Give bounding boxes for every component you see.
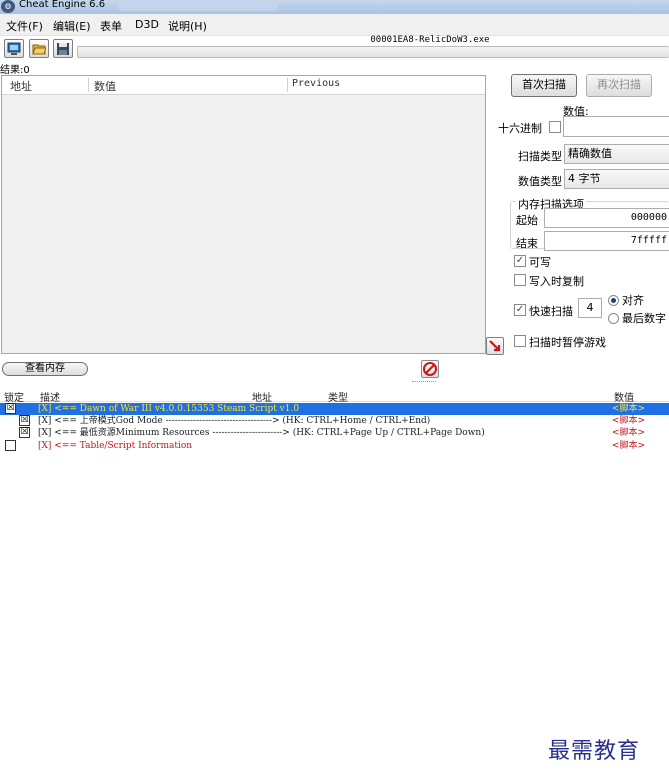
menu-bar: 文件(F) 编辑(E) 表单 D3D 说明(H): [0, 14, 669, 36]
start-address-input[interactable]: 000000: [544, 208, 669, 228]
cheat-engine-app-icon: ⚙: [1, 0, 15, 13]
table-row[interactable]: ☒ [X] <== 上帝模式God Mode -----------------…: [0, 415, 669, 427]
row-description: [X] <== Dawn of War III v4.0.0.15353 Ste…: [38, 404, 300, 414]
active-checkbox[interactable]: [5, 440, 16, 451]
floppy-disk-icon: [57, 43, 69, 55]
table-row[interactable]: ☒ [X] <== 最低资源Minimum Resources --------…: [0, 427, 669, 439]
process-name: 00001EA8-RelicDoW3.exe: [370, 35, 490, 45]
row-description: [X] <== 上帝模式God Mode -------------------…: [38, 416, 431, 426]
pause-game-label: 扫描时暂停游戏: [529, 336, 606, 349]
row-value: <脚本>: [611, 416, 645, 426]
menu-help[interactable]: 说明(H): [168, 18, 207, 34]
align-label: 对齐: [622, 294, 644, 307]
save-table-button[interactable]: [53, 39, 73, 58]
column-type[interactable]: 类型: [328, 389, 348, 404]
row-description: [X] <== Table/Script Information: [38, 441, 193, 451]
row-value: <脚本>: [611, 441, 645, 451]
cheat-table-header: 锁定 描述 地址 类型 数值: [0, 389, 669, 404]
column-value[interactable]: 数值: [614, 389, 634, 404]
pause-game-checkbox[interactable]: [514, 335, 526, 347]
memory-view-button[interactable]: 查看内存: [2, 362, 88, 376]
hex-label: 十六进制: [498, 122, 542, 135]
active-checkbox[interactable]: ☒: [5, 403, 16, 414]
last-digits-radio[interactable]: [608, 313, 619, 324]
first-scan-button[interactable]: 首次扫描: [511, 74, 577, 97]
end-label: 结束: [516, 237, 538, 250]
end-address-value: 7fffff: [630, 235, 667, 246]
row-value: <脚本>: [611, 428, 645, 438]
value-type-label: 数值类型: [518, 175, 562, 188]
column-address[interactable]: 地址: [10, 78, 32, 94]
table-row[interactable]: ☒ [X] <== Dawn of War III v4.0.0.15353 S…: [0, 403, 669, 415]
title-bar: ⚙ Cheat Engine 6.6: [0, 0, 669, 14]
last-digits-label: 最后数字: [622, 312, 666, 325]
end-address-input[interactable]: 7fffff: [544, 231, 669, 251]
results-count: 结果:0: [0, 65, 30, 76]
fast-scan-checkbox[interactable]: ✓: [514, 304, 526, 316]
results-header: 地址 数值 Previous: [2, 76, 485, 95]
row-value: <脚本>: [611, 404, 645, 414]
column-separator[interactable]: [287, 78, 288, 92]
next-scan-button[interactable]: 再次扫描: [586, 74, 652, 97]
found-addresses-list[interactable]: 地址 数值 Previous: [1, 75, 486, 354]
column-address[interactable]: 地址: [252, 389, 272, 404]
fast-scan-label: 快速扫描: [529, 305, 573, 318]
clear-list-button[interactable]: [421, 360, 439, 378]
active-checkbox[interactable]: ☒: [19, 427, 30, 438]
scan-type-select[interactable]: 精确数值: [564, 144, 669, 164]
title-blur: [118, 3, 278, 11]
scan-value-input[interactable]: [563, 116, 669, 137]
scan-type-label: 扫描类型: [518, 150, 562, 163]
menu-d3d[interactable]: D3D: [135, 18, 159, 31]
column-active[interactable]: 锁定: [4, 389, 24, 404]
column-value[interactable]: 数值: [94, 78, 116, 94]
folder-open-icon: [32, 44, 46, 55]
start-address-value: 000000: [630, 212, 667, 223]
align-radio[interactable]: [608, 295, 619, 306]
fast-scan-alignment-input[interactable]: 4: [578, 298, 602, 318]
red-arrow-icon: [489, 340, 501, 352]
column-previous[interactable]: Previous: [292, 78, 340, 89]
window-title: Cheat Engine 6.6: [19, 0, 106, 10]
column-separator[interactable]: [88, 78, 89, 92]
menu-edit[interactable]: 编辑(E): [53, 18, 91, 34]
watermark: 最需教育: [548, 739, 641, 764]
table-row[interactable]: [X] <== Table/Script Information <脚本>: [0, 440, 669, 452]
copy-on-write-checkbox[interactable]: [514, 274, 526, 286]
row-description: [X] <== 最低资源Minimum Resources ----------…: [38, 428, 485, 438]
writable-label: 可写: [529, 256, 551, 269]
add-address-to-list-button[interactable]: [486, 337, 504, 355]
splitter-grip[interactable]: [412, 381, 436, 383]
scan-progress-bar: [77, 46, 669, 58]
menu-file[interactable]: 文件(F): [6, 18, 43, 34]
column-description[interactable]: 描述: [40, 389, 60, 404]
writable-checkbox[interactable]: ✓: [514, 255, 526, 267]
hex-checkbox[interactable]: [549, 121, 561, 133]
value-type-select[interactable]: 4 字节: [564, 169, 669, 189]
no-entry-icon: [423, 362, 437, 376]
start-label: 起始: [516, 214, 538, 227]
active-checkbox[interactable]: ☒: [19, 415, 30, 426]
select-process-button[interactable]: [4, 39, 24, 58]
open-table-button[interactable]: [29, 39, 49, 58]
copy-on-write-label: 写入时复制: [529, 275, 584, 288]
computer-icon: [7, 42, 21, 55]
menu-table[interactable]: 表单: [100, 18, 122, 34]
